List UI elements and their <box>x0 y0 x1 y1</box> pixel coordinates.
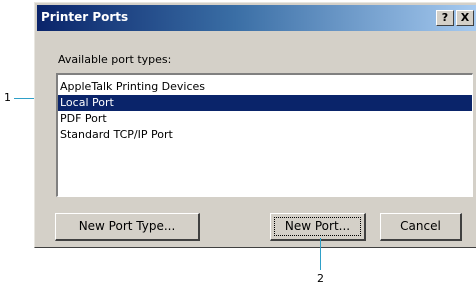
printer-ports-dialog: Printer Ports ? X Available port types: … <box>34 2 476 248</box>
port-type-item[interactable]: PDF Port <box>58 111 472 127</box>
port-type-item[interactable]: Local Port <box>58 95 472 111</box>
cancel-label: Cancel <box>400 219 441 233</box>
title-bar[interactable]: Printer Ports ? X <box>37 5 476 31</box>
cancel-button[interactable]: Cancel <box>380 213 462 241</box>
port-types-listbox[interactable]: AppleTalk Printing Devices Local Port PDF … <box>56 73 473 197</box>
close-button[interactable]: X <box>456 10 474 26</box>
port-type-item[interactable]: AppleTalk Printing Devices <box>58 79 472 95</box>
help-button[interactable]: ? <box>436 10 454 26</box>
available-port-types-label: Available port types: <box>58 53 172 66</box>
callout-number-1: 1 <box>4 91 11 104</box>
new-port-type-button[interactable]: New Port Type... <box>55 213 200 241</box>
dialog-title: Printer Ports <box>41 10 129 24</box>
callout-number-2: 2 <box>317 272 324 285</box>
new-port-type-label: New Port Type... <box>78 219 176 233</box>
port-type-item[interactable]: Standard TCP/IP Port <box>58 127 472 143</box>
new-port-button[interactable]: New Port... <box>270 213 366 241</box>
callout-line-2 <box>320 238 321 270</box>
new-port-label: New Port... <box>284 219 351 233</box>
help-icon: ? <box>441 11 449 24</box>
close-icon: X <box>460 11 470 24</box>
